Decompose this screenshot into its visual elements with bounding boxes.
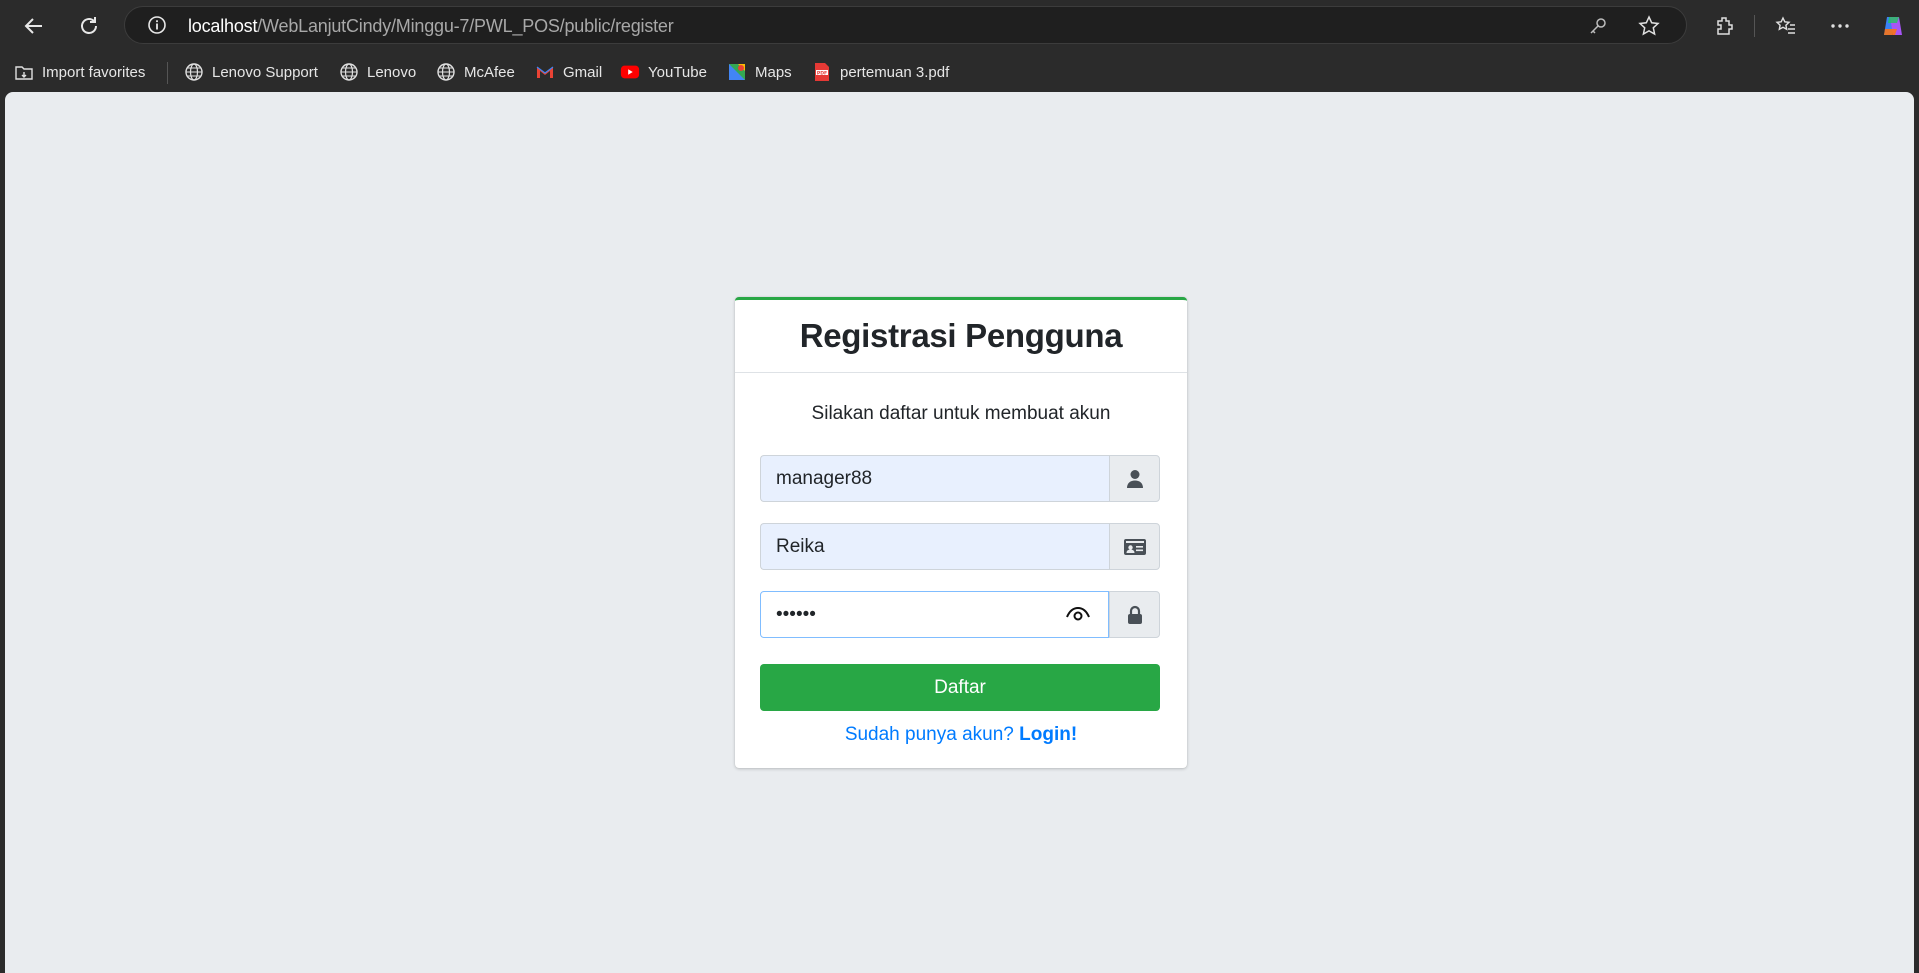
bookmark-label: Maps — [755, 63, 792, 81]
page-viewport: Registrasi Pengguna Silakan daftar untuk… — [5, 92, 1914, 973]
bookmark-label: YouTube — [648, 63, 707, 81]
reload-button[interactable] — [72, 9, 106, 43]
lock-icon — [1109, 591, 1160, 638]
bookmarks-divider — [167, 62, 168, 84]
maps-icon — [727, 62, 747, 82]
password-input[interactable] — [760, 591, 1109, 638]
url-host: localhost — [188, 16, 258, 36]
globe-icon — [184, 62, 204, 82]
bookmarks-bar: Import favorites Lenovo Support Lenovo M… — [0, 52, 1919, 92]
login-prompt: Sudah punya akun? Login! — [735, 724, 1187, 746]
reload-icon — [81, 17, 97, 34]
back-arrow-icon — [24, 18, 42, 34]
register-message: Silakan daftar untuk membuat akun — [811, 403, 1111, 424]
bookmark-mcafee[interactable]: McAfee — [436, 61, 515, 83]
password-group — [760, 591, 1160, 638]
register-submit-button[interactable]: Daftar — [760, 664, 1160, 711]
name-input[interactable] — [760, 523, 1109, 570]
bookmark-label: Lenovo — [367, 63, 417, 81]
bookmark-lenovo-support[interactable]: Lenovo Support — [184, 61, 318, 83]
name-group — [760, 523, 1160, 570]
copilot-icon[interactable] — [1880, 13, 1906, 39]
password-field-wrap — [760, 591, 1109, 638]
extensions-icon[interactable] — [1712, 13, 1738, 39]
address-bar[interactable]: localhost/WebLanjutCindy/Minggu-7/PWL_PO… — [124, 6, 1687, 44]
bookmark-youtube[interactable]: YouTube — [620, 61, 707, 83]
user-icon — [1109, 455, 1160, 502]
bookmark-gmail[interactable]: Gmail — [535, 61, 602, 83]
gmail-icon — [535, 62, 555, 82]
show-password-eye-icon[interactable] — [1065, 603, 1091, 625]
bookmark-label: McAfee — [464, 63, 515, 81]
username-group — [760, 455, 1160, 502]
url-path: /WebLanjutCindy/Minggu-7/PWL_POS/public/… — [257, 16, 674, 36]
globe-icon — [339, 62, 359, 82]
username-input[interactable] — [760, 455, 1109, 502]
favorites-list-icon[interactable] — [1773, 13, 1799, 39]
site-info-icon[interactable] — [147, 15, 167, 35]
bookmark-label: pertemuan 3.pdf — [840, 63, 950, 81]
more-menu-icon[interactable] — [1827, 13, 1853, 39]
url-text[interactable]: localhost/WebLanjutCindy/Minggu-7/PWL_PO… — [188, 16, 674, 37]
bookmark-import-favorites[interactable]: Import favorites — [14, 61, 145, 83]
bookmark-label: Lenovo Support — [212, 63, 318, 81]
login-link[interactable]: Login! — [1019, 724, 1077, 745]
bookmark-pertemuan-3-pdf[interactable]: PDF pertemuan 3.pdf — [812, 61, 949, 83]
key-icon[interactable] — [1587, 15, 1609, 37]
youtube-icon — [620, 62, 640, 82]
globe-icon — [436, 62, 456, 82]
bookmark-maps[interactable]: Maps — [727, 61, 792, 83]
page-title: Registrasi Pengguna — [799, 317, 1123, 354]
toolbar-divider — [1754, 15, 1755, 37]
browser-toolbar: localhost/WebLanjutCindy/Minggu-7/PWL_PO… — [0, 0, 1919, 52]
login-prompt-text: Sudah punya akun? — [844, 724, 1014, 745]
bookmark-lenovo[interactable]: Lenovo — [339, 61, 416, 83]
back-button[interactable] — [17, 9, 51, 43]
card-header: Registrasi Pengguna — [735, 300, 1187, 373]
id-card-icon — [1109, 523, 1160, 570]
register-card: Registrasi Pengguna Silakan daftar untuk… — [735, 297, 1187, 768]
favorite-star-icon[interactable] — [1638, 15, 1660, 37]
svg-text:PDF: PDF — [817, 70, 827, 76]
bookmark-label: Import favorites — [42, 63, 146, 81]
bookmark-label: Gmail — [563, 63, 603, 81]
pdf-icon: PDF — [812, 62, 832, 82]
import-favorites-icon — [14, 62, 34, 82]
